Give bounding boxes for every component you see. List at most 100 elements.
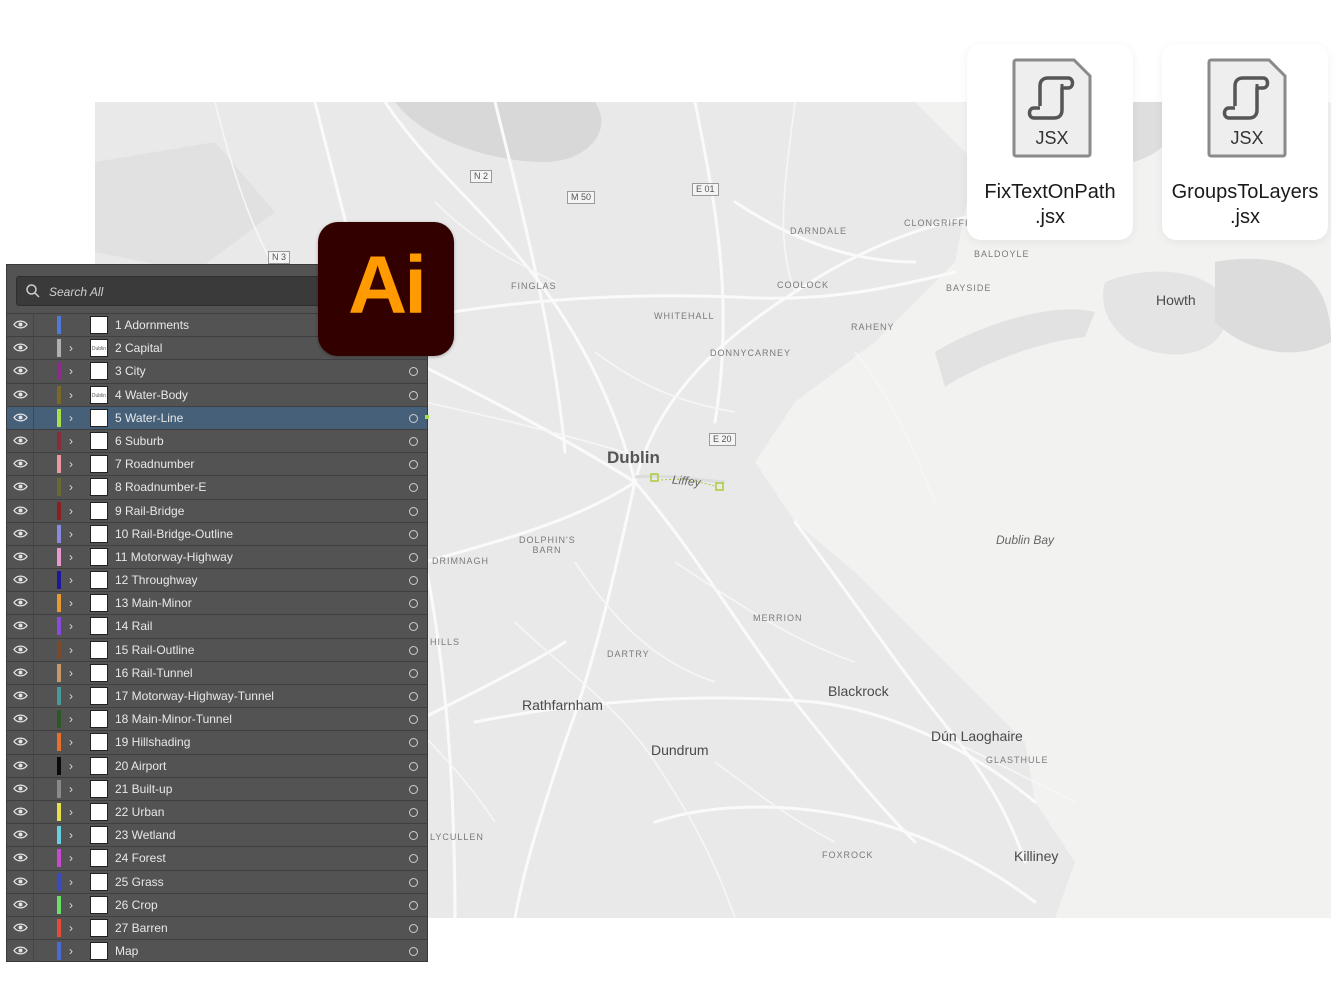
visibility-eye-icon[interactable] [13, 690, 28, 701]
lock-column[interactable] [33, 638, 34, 661]
visibility-eye-icon[interactable] [13, 922, 28, 933]
visibility-eye-icon[interactable] [13, 760, 28, 771]
expand-chevron-icon[interactable]: › [69, 527, 79, 541]
layer-row[interactable]: › 5 Water-Line [7, 405, 429, 429]
layer-name[interactable]: 10 Rail-Bridge-Outline [115, 527, 233, 541]
lock-column[interactable] [33, 893, 34, 916]
expand-chevron-icon[interactable]: › [69, 434, 79, 448]
layer-target-icon[interactable] [409, 900, 418, 910]
lock-column[interactable] [33, 314, 34, 337]
expand-chevron-icon[interactable]: › [69, 550, 79, 564]
expand-chevron-icon[interactable]: › [69, 666, 79, 680]
layer-target-icon[interactable] [409, 877, 418, 887]
expand-chevron-icon[interactable]: › [69, 480, 79, 494]
visibility-eye-icon[interactable] [13, 620, 28, 631]
visibility-eye-icon[interactable] [13, 667, 28, 678]
layer-target-icon[interactable] [409, 715, 418, 725]
layer-row[interactable]: › 12 Throughway [7, 568, 427, 592]
expand-chevron-icon[interactable]: › [69, 388, 79, 402]
layer-target-icon[interactable] [409, 529, 418, 539]
layer-row[interactable]: › 27 Barren [7, 915, 427, 940]
layer-name[interactable]: 5 Water-Line [115, 411, 183, 425]
layer-row[interactable]: › 7 Roadnumber [7, 452, 427, 476]
lock-column[interactable] [33, 870, 34, 893]
layer-name[interactable]: 26 Crop [115, 898, 158, 912]
lock-column[interactable] [33, 476, 34, 499]
lock-column[interactable] [33, 847, 34, 870]
layer-target-icon[interactable] [409, 854, 418, 864]
layer-target-icon[interactable] [409, 831, 418, 841]
visibility-eye-icon[interactable] [13, 713, 28, 724]
expand-chevron-icon[interactable]: › [69, 921, 79, 935]
layer-target-icon[interactable] [409, 784, 418, 794]
lock-column[interactable] [33, 940, 34, 963]
expand-chevron-icon[interactable]: › [69, 805, 79, 819]
lock-column[interactable] [33, 522, 34, 545]
visibility-eye-icon[interactable] [13, 899, 28, 910]
layer-target-icon[interactable] [409, 645, 418, 655]
layer-name[interactable]: 23 Wetland [115, 828, 176, 842]
layer-name[interactable]: 24 Forest [115, 851, 166, 865]
lock-column[interactable] [33, 777, 34, 800]
layer-target-icon[interactable] [409, 460, 418, 470]
lock-column[interactable] [33, 661, 34, 684]
lock-column[interactable] [33, 916, 34, 940]
layer-target-icon[interactable] [409, 436, 418, 446]
script-file-fixtextonpath[interactable]: JSX FixTextOnPath .jsx [967, 44, 1133, 240]
visibility-eye-icon[interactable] [13, 505, 28, 516]
expand-chevron-icon[interactable]: › [69, 735, 79, 749]
layer-name[interactable]: 2 Capital [115, 341, 162, 355]
layer-name[interactable]: 3 City [115, 364, 146, 378]
visibility-eye-icon[interactable] [13, 829, 28, 840]
layer-search-input[interactable] [47, 281, 351, 303]
visibility-eye-icon[interactable] [13, 806, 28, 817]
lock-column[interactable] [33, 824, 34, 847]
expand-chevron-icon[interactable]: › [69, 875, 79, 889]
layer-row[interactable]: › 11 Motorway-Highway [7, 544, 427, 569]
lock-column[interactable] [33, 754, 34, 777]
expand-chevron-icon[interactable]: › [69, 828, 79, 842]
expand-chevron-icon[interactable]: › [69, 504, 79, 518]
expand-chevron-icon[interactable]: › [69, 596, 79, 610]
layer-name[interactable]: 11 Motorway-Highway [115, 550, 233, 564]
layer-name[interactable]: 14 Rail [115, 619, 152, 633]
layer-name[interactable]: 27 Barren [115, 921, 168, 935]
lock-column[interactable] [33, 685, 34, 708]
visibility-eye-icon[interactable] [13, 852, 28, 863]
layer-row[interactable]: › 14 Rail [7, 614, 427, 638]
layer-name[interactable]: 12 Throughway [115, 573, 198, 587]
layer-row[interactable]: › 15 Rail-Outline [7, 637, 427, 661]
layer-target-icon[interactable] [409, 599, 418, 609]
lock-column[interactable] [33, 615, 34, 638]
layer-name[interactable]: Map [115, 944, 138, 958]
layer-name[interactable]: 25 Grass [115, 875, 164, 889]
lock-column[interactable] [33, 545, 34, 569]
layer-name[interactable]: 18 Main-Minor-Tunnel [115, 712, 232, 726]
layer-target-icon[interactable] [409, 807, 418, 817]
visibility-eye-icon[interactable] [13, 551, 28, 562]
visibility-eye-icon[interactable] [13, 481, 28, 492]
expand-chevron-icon[interactable]: › [69, 689, 79, 703]
layer-name[interactable]: 13 Main-Minor [115, 596, 192, 610]
visibility-eye-icon[interactable] [13, 597, 28, 608]
expand-chevron-icon[interactable]: › [69, 457, 79, 471]
layer-name[interactable]: 19 Hillshading [115, 735, 190, 749]
layer-row[interactable]: › 16 Rail-Tunnel [7, 660, 427, 684]
lock-column[interactable] [33, 453, 34, 476]
layer-row[interactable]: › Map [7, 939, 427, 963]
layer-name[interactable]: 7 Roadnumber [115, 457, 194, 471]
visibility-eye-icon[interactable] [13, 458, 28, 469]
layer-row[interactable]: › 26 Crop [7, 892, 427, 916]
expand-chevron-icon[interactable]: › [69, 364, 79, 378]
layer-target-icon[interactable] [409, 483, 418, 493]
layer-target-icon[interactable] [409, 576, 418, 586]
layer-row[interactable]: › Dublin Bay 4 Water-Body [7, 382, 427, 406]
lock-column[interactable] [33, 499, 34, 522]
layer-target-icon[interactable] [409, 923, 418, 933]
layer-row[interactable]: › 9 Rail-Bridge [7, 498, 427, 522]
lock-column[interactable] [33, 592, 34, 615]
visibility-eye-icon[interactable] [13, 945, 28, 956]
layer-row[interactable]: › 23 Wetland [7, 823, 427, 847]
layer-target-icon[interactable] [409, 761, 418, 771]
expand-chevron-icon[interactable]: › [69, 759, 79, 773]
